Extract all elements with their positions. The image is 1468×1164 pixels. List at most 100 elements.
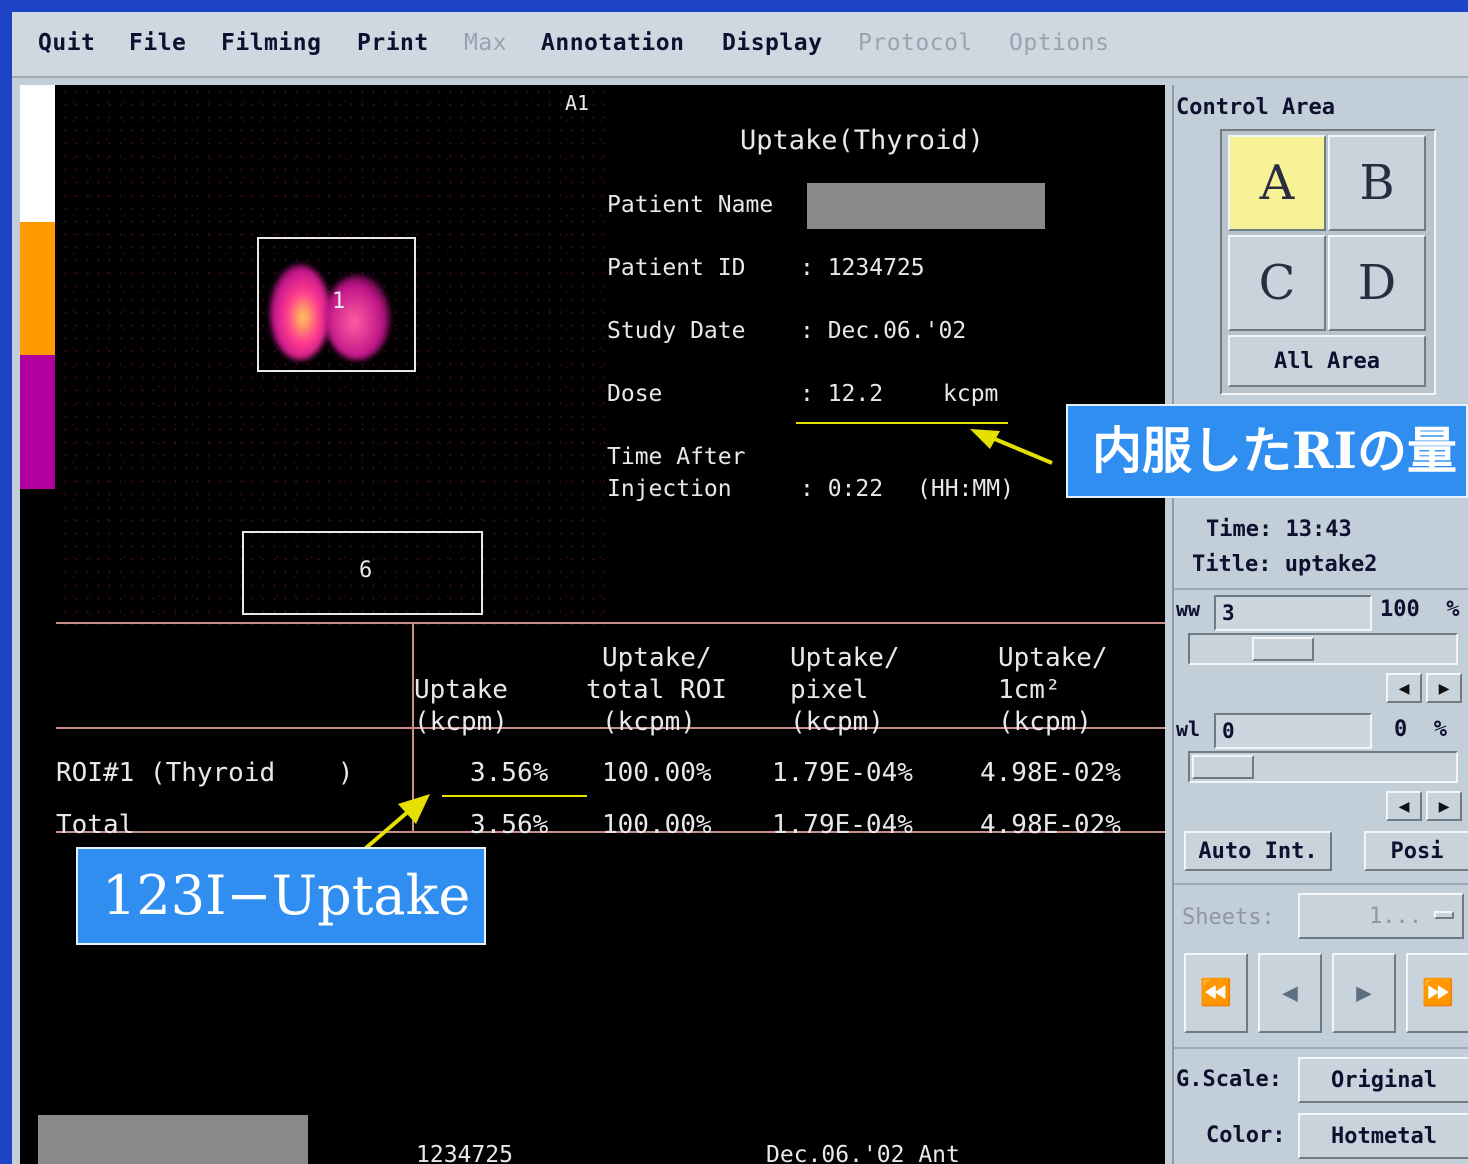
uptake-callout: 123I−Uptake: [76, 847, 486, 945]
sheets-dropdown[interactable]: 1...: [1298, 893, 1464, 939]
menu-options[interactable]: Options: [1009, 30, 1109, 56]
wl-slider[interactable]: [1188, 751, 1458, 783]
area-button-a[interactable]: A: [1228, 135, 1326, 231]
time-after-label-1: Time After: [607, 444, 746, 470]
dose-callout: 内服したRIの量: [1066, 404, 1468, 498]
posi-button[interactable]: Posi: [1364, 831, 1468, 871]
patient-id-label: Patient ID: [607, 255, 746, 281]
color-map-button[interactable]: Hotmetal: [1298, 1113, 1468, 1159]
header-pixel-l2: pixel: [790, 675, 869, 705]
area-button-c[interactable]: C: [1228, 235, 1326, 331]
study-date-value: : Dec.06.'02: [800, 318, 967, 344]
area-button-b[interactable]: B: [1328, 135, 1426, 231]
panel-separator-3: [1174, 1047, 1468, 1049]
dose-value: : 12.2: [800, 381, 884, 407]
ww-decrement-icon[interactable]: ◀: [1386, 673, 1422, 703]
ww-input[interactable]: 3: [1214, 595, 1372, 631]
auto-int-button[interactable]: Auto Int.: [1184, 831, 1332, 871]
row-total-total: 100.00%: [602, 810, 712, 840]
gscale-button[interactable]: Original: [1298, 1057, 1468, 1103]
next-sheet-icon[interactable]: ▶: [1332, 953, 1396, 1033]
header-total-roi-l1: Uptake/: [602, 643, 712, 673]
patient-name-redacted: [807, 183, 1045, 229]
sheets-label: Sheets:: [1182, 905, 1275, 930]
row-total-uptake: 3.56%: [470, 810, 549, 840]
header-1cm2-l3: (kcpm): [998, 707, 1092, 737]
row-total-pixel: 1.79E-04%: [772, 810, 913, 840]
menu-filming[interactable]: Filming: [221, 30, 321, 56]
row-total-1cm2: 4.98E-02%: [980, 810, 1121, 840]
colorbar-magenta: [20, 355, 55, 489]
area-label: A1: [565, 91, 590, 115]
row-total-label: Total: [56, 810, 135, 840]
row-roi1-pixel: 1.79E-04%: [772, 758, 913, 788]
header-total-roi-l2: total ROI: [586, 675, 727, 705]
panel-separator-2: [1174, 883, 1468, 885]
image-viewport[interactable]: 1 6 A1 Uptake(Thyroid) Patient Name Pati…: [20, 85, 1165, 1164]
control-panel: Control Area A B C D All Area Time: 13:4…: [1172, 85, 1468, 1164]
color-label: Color:: [1206, 1123, 1286, 1148]
ww-slider-thumb[interactable]: [1252, 637, 1314, 661]
colorbar-white: [20, 85, 55, 222]
ww-label: ww: [1176, 597, 1201, 621]
prev-sheet-icon[interactable]: ◀: [1258, 953, 1322, 1033]
gscale-label: G.Scale:: [1176, 1067, 1282, 1092]
footer-patient-id: 1234725: [416, 1142, 513, 1164]
header-uptake-l3: (kcpm): [414, 707, 508, 737]
roi-1-label: 1: [332, 289, 346, 314]
control-area-label: Control Area: [1176, 95, 1335, 120]
time-info: Time: 13:43: [1206, 517, 1352, 542]
menu-bar: Quit File Filming Print Max Annotation D…: [12, 12, 1468, 78]
header-uptake-l2: Uptake: [414, 675, 508, 705]
time-after-label-2: Injection: [607, 476, 732, 502]
patient-id-value: : 1234725: [800, 255, 925, 281]
dose-underline: [796, 422, 1008, 424]
last-sheet-icon[interactable]: ⏩: [1406, 953, 1468, 1033]
colorbar-orange: [20, 222, 55, 355]
row-roi1-label: ROI#1 (Thyroid ): [56, 758, 354, 788]
patient-name-label: Patient Name: [607, 192, 774, 218]
header-1cm2-l1: Uptake/: [998, 643, 1108, 673]
wl-decrement-icon[interactable]: ◀: [1386, 791, 1422, 821]
application-window: Quit File Filming Print Max Annotation D…: [12, 12, 1468, 1164]
row-roi1-uptake: 3.56%: [470, 758, 549, 788]
dropdown-indicator-icon: [1434, 911, 1454, 919]
wl-input[interactable]: 0: [1214, 713, 1372, 749]
menu-print[interactable]: Print: [357, 30, 429, 56]
dose-unit: kcpm: [943, 381, 999, 407]
ww-increment-icon[interactable]: ▶: [1426, 673, 1462, 703]
dose-arrow-icon: [970, 429, 1053, 465]
row-roi1-total: 100.00%: [602, 758, 712, 788]
header-total-roi-l3: (kcpm): [602, 707, 696, 737]
menu-display[interactable]: Display: [722, 30, 822, 56]
header-pixel-l1: Uptake/: [790, 643, 900, 673]
study-date-label: Study Date: [607, 318, 746, 344]
area-button-d[interactable]: D: [1328, 235, 1426, 331]
table-top-line: [56, 622, 1165, 624]
title-info: Title: uptake2: [1192, 552, 1378, 577]
wl-percent: 0 %: [1394, 717, 1447, 742]
menu-file[interactable]: File: [129, 30, 186, 56]
wl-label: wl: [1176, 717, 1201, 741]
study-title: Uptake(Thyroid): [740, 125, 984, 156]
menu-quit[interactable]: Quit: [38, 30, 95, 56]
time-after-value: : 0:22: [800, 476, 884, 502]
header-pixel-l3: (kcpm): [790, 707, 884, 737]
ww-percent: 100 %: [1380, 597, 1460, 622]
all-area-button[interactable]: All Area: [1228, 335, 1426, 387]
header-1cm2-l2: 1cm²: [998, 675, 1061, 705]
roi-6-label: 6: [359, 558, 373, 583]
sheets-value: 1...: [1369, 903, 1422, 929]
panel-separator: [1174, 588, 1468, 590]
first-sheet-icon[interactable]: ⏪: [1184, 953, 1248, 1033]
ww-slider[interactable]: [1188, 633, 1458, 665]
time-after-unit: (HH:MM): [917, 476, 1014, 502]
wl-increment-icon[interactable]: ▶: [1426, 791, 1462, 821]
menu-annotation[interactable]: Annotation: [541, 30, 684, 56]
menu-max[interactable]: Max: [464, 30, 507, 56]
uptake-underline: [442, 795, 587, 797]
row-roi1-1cm2: 4.98E-02%: [980, 758, 1121, 788]
menu-protocol[interactable]: Protocol: [858, 30, 973, 56]
footer-date-view: Dec.06.'02 Ant: [766, 1142, 960, 1164]
wl-slider-thumb[interactable]: [1192, 755, 1254, 779]
